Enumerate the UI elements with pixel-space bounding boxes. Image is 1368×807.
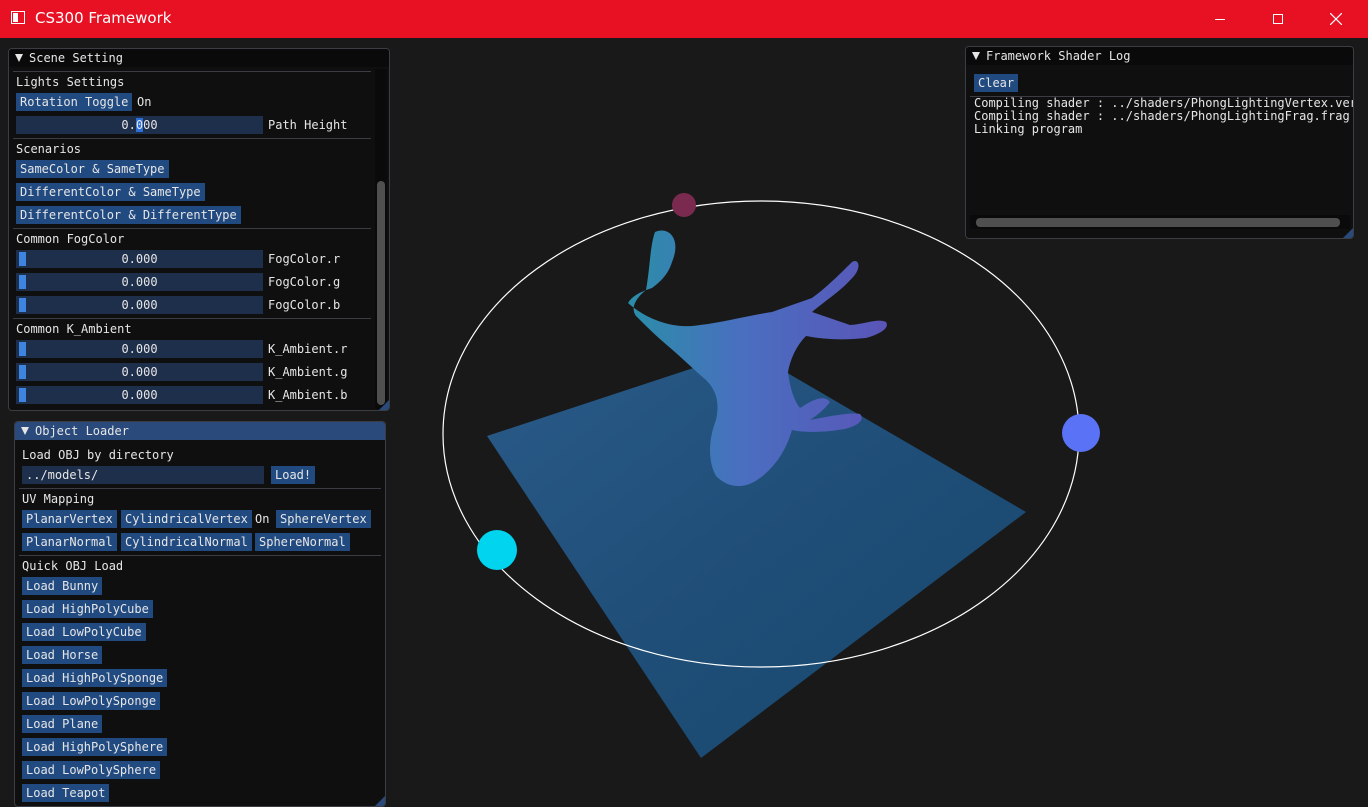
horizontal-scrollbar-thumb[interactable]: [976, 218, 1340, 227]
maximize-button[interactable]: [1255, 0, 1301, 38]
cylindrical-vertex-button[interactable]: CylindricalVertex: [121, 510, 252, 528]
path-height-slider[interactable]: 0.000: [16, 116, 263, 134]
object-loader-window: Object Loader Load OBJ by directory ../m…: [14, 421, 386, 807]
lights-settings-header: Lights Settings: [16, 75, 125, 89]
k-ambient-r-value: 0.000: [121, 342, 158, 356]
load-bunny-button[interactable]: Load Bunny: [22, 577, 103, 595]
planar-vertex-button[interactable]: PlanarVertex: [22, 510, 117, 528]
cylindrical-normal-button[interactable]: CylindricalNormal: [121, 533, 252, 551]
path-height-label: Path Height: [268, 118, 348, 132]
resize-grip[interactable]: [379, 400, 389, 410]
path-height-value-rest: 00: [143, 118, 158, 132]
log-line: Linking program: [974, 122, 1083, 136]
sphere-vertex-button[interactable]: SphereVertex: [276, 510, 371, 528]
app-window-icon: [11, 11, 25, 24]
scene-setting-title-bar[interactable]: Scene Setting: [9, 49, 389, 67]
load-lowpolycube-button[interactable]: Load LowPolyCube: [22, 623, 146, 641]
quick-obj-load-header: Quick OBJ Load: [22, 559, 124, 573]
shader-log-title: Framework Shader Log: [986, 49, 1131, 63]
minimize-button[interactable]: [1197, 0, 1243, 38]
separator: [19, 555, 381, 556]
planar-normal-button[interactable]: PlanarNormal: [22, 533, 117, 551]
load-plane-button[interactable]: Load Plane: [22, 715, 103, 733]
k-ambient-b-value: 0.000: [121, 388, 158, 402]
light-sphere-top[interactable]: [672, 193, 696, 217]
load-lowpolysponge-button[interactable]: Load LowPolySponge: [22, 692, 161, 710]
separator: [13, 71, 371, 72]
sphere-normal-button[interactable]: SphereNormal: [255, 533, 350, 551]
collapse-arrow-icon[interactable]: [21, 427, 29, 435]
minimize-icon: [1215, 18, 1225, 20]
clear-log-button[interactable]: Clear: [974, 74, 1019, 92]
scene-setting-title: Scene Setting: [29, 51, 123, 65]
shader-log-window: Framework Shader Log Clear Compiling sha…: [965, 46, 1354, 239]
load-horse-button[interactable]: Load Horse: [22, 646, 103, 664]
fogcolor-b-label: FogColor.b: [268, 298, 341, 312]
scene-setting-window: Scene Setting Lights Settings Rotation T…: [8, 48, 390, 411]
fogcolor-b-value: 0.000: [121, 298, 158, 312]
separator: [13, 228, 371, 229]
path-height-value: 0.: [121, 118, 136, 132]
uv-mapping-header: UV Mapping: [22, 492, 95, 506]
k-ambient-g-value: 0.000: [121, 365, 158, 379]
directory-input[interactable]: ../models/: [22, 466, 264, 484]
shader-log-title-bar[interactable]: Framework Shader Log: [966, 47, 1353, 65]
k-ambient-r-slider[interactable]: 0.000: [16, 340, 263, 358]
resize-grip[interactable]: [1343, 228, 1353, 238]
light-sphere-right[interactable]: [1062, 414, 1100, 452]
collapse-arrow-icon[interactable]: [15, 54, 23, 62]
k-ambient-b-label: K_Ambient.b: [268, 388, 348, 402]
scenario-differentcolor-sametype-button[interactable]: DifferentColor & SameType: [16, 183, 205, 201]
scenario-differentcolor-differenttype-button[interactable]: DifferentColor & DifferentType: [16, 206, 241, 224]
close-button[interactable]: [1313, 0, 1359, 38]
fogcolor-r-value: 0.000: [121, 252, 158, 266]
fogcolor-b-slider[interactable]: 0.000: [16, 296, 263, 314]
rotation-state-label: On: [137, 95, 152, 109]
k-ambient-header: Common K_Ambient: [16, 322, 132, 336]
object-loader-title: Object Loader: [35, 424, 129, 438]
uv-state-label: On: [255, 512, 270, 526]
fogcolor-header: Common FogColor: [16, 232, 125, 246]
window-title: CS300 Framework: [35, 9, 172, 27]
load-teapot-button[interactable]: Load Teapot: [22, 784, 110, 802]
resize-grip[interactable]: [375, 796, 385, 806]
k-ambient-g-label: K_Ambient.g: [268, 365, 348, 379]
k-ambient-g-slider[interactable]: 0.000: [16, 363, 263, 381]
fogcolor-g-slider[interactable]: 0.000: [16, 273, 263, 291]
scenarios-header: Scenarios: [16, 142, 82, 156]
fogcolor-g-label: FogColor.g: [268, 275, 341, 289]
maximize-icon: [1273, 14, 1283, 24]
load-button[interactable]: Load!: [271, 466, 316, 484]
load-lowpolysphere-button[interactable]: Load LowPolySphere: [22, 761, 161, 779]
separator: [13, 318, 371, 319]
scenario-samecolor-sametype-button[interactable]: SameColor & SameType: [16, 160, 169, 178]
separator: [13, 138, 371, 139]
object-loader-title-bar[interactable]: Object Loader: [15, 422, 385, 440]
collapse-arrow-icon[interactable]: [972, 52, 980, 60]
light-sphere-left[interactable]: [477, 530, 517, 570]
load-obj-header: Load OBJ by directory: [22, 448, 174, 462]
scrollbar-thumb[interactable]: [377, 181, 385, 405]
load-highpolysponge-button[interactable]: Load HighPolySponge: [22, 669, 168, 687]
load-highpolysphere-button[interactable]: Load HighPolySphere: [22, 738, 168, 756]
k-ambient-r-label: K_Ambient.r: [268, 342, 348, 356]
shader-log-text: Compiling shader : ../shaders/PhongLight…: [974, 97, 1353, 136]
separator: [19, 488, 381, 489]
k-ambient-b-slider[interactable]: 0.000: [16, 386, 263, 404]
title-bar: CS300 Framework: [0, 0, 1368, 38]
rotation-toggle-button[interactable]: Rotation Toggle: [16, 93, 133, 111]
fogcolor-g-value: 0.000: [121, 275, 158, 289]
fogcolor-r-slider[interactable]: 0.000: [16, 250, 263, 268]
close-icon: [1330, 13, 1342, 25]
load-highpolycube-button[interactable]: Load HighPolyCube: [22, 600, 153, 618]
fogcolor-r-label: FogColor.r: [268, 252, 341, 266]
